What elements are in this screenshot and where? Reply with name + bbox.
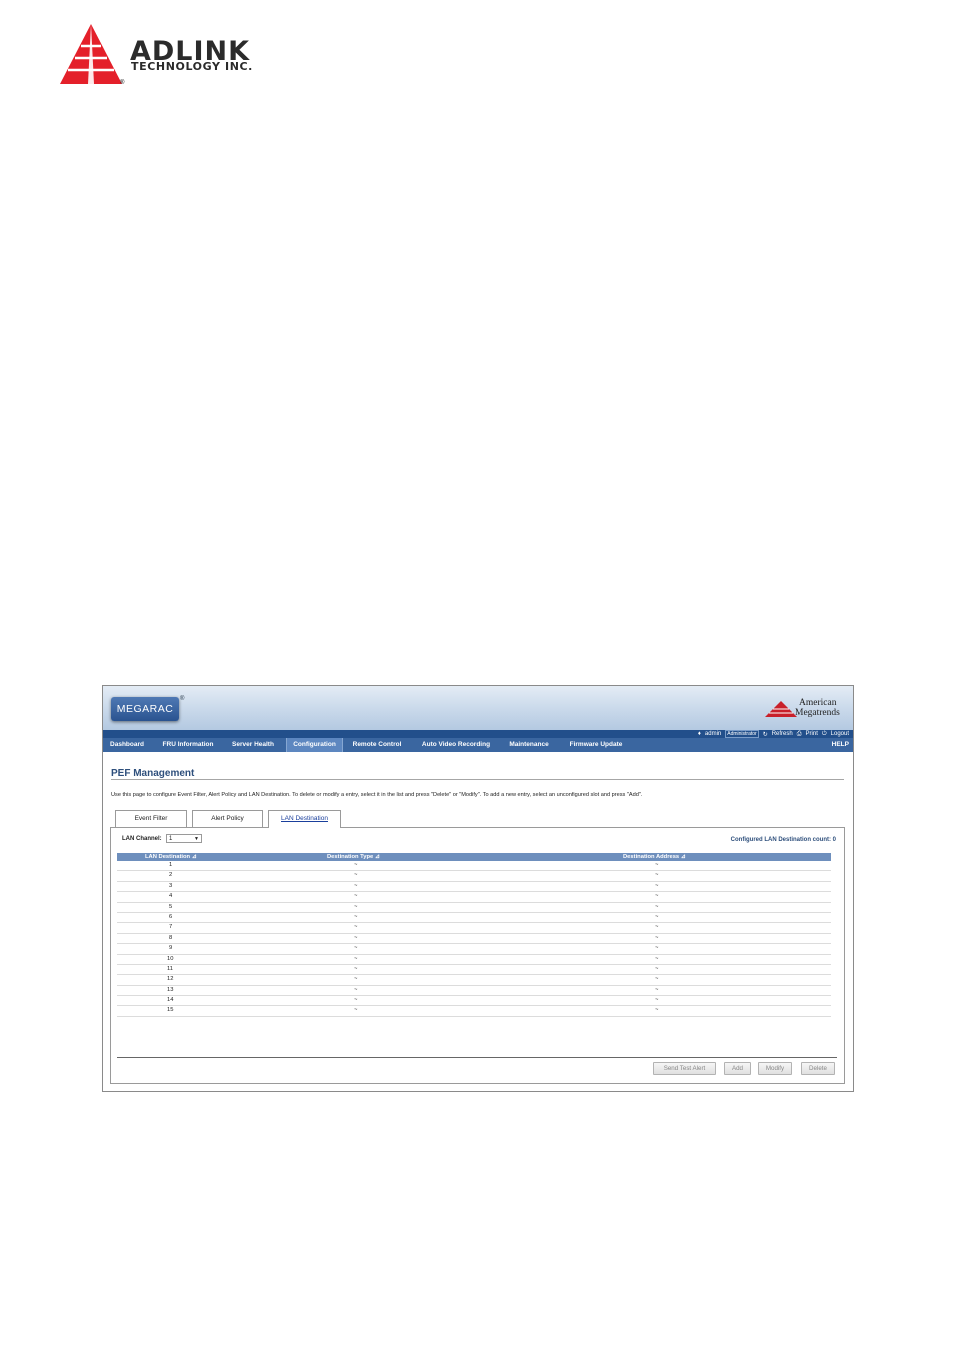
sort-icon: ⊿ <box>374 854 380 860</box>
configured-count: Configured LAN Destination count: 0 <box>730 837 836 843</box>
nav-fru-information[interactable]: FRU Information <box>155 738 221 752</box>
print-link[interactable]: Print <box>806 731 818 737</box>
nav-maintenance[interactable]: Maintenance <box>504 738 554 752</box>
megarac-logo[interactable]: MEGARAC <box>111 697 179 721</box>
nav-firmware-update[interactable]: Firmware Update <box>562 738 630 752</box>
user-role: Administrator <box>725 730 759 738</box>
tab-lan-destination[interactable]: LAN Destination <box>268 810 341 828</box>
ami-line1: American <box>799 698 837 708</box>
send-test-alert-button[interactable]: Send Test Alert <box>653 1062 716 1075</box>
header-lan-destination[interactable]: LAN Destination ⊿ <box>145 853 197 861</box>
refresh-link[interactable]: Refresh <box>772 731 793 737</box>
table-row[interactable]: 2 ~ ~ <box>117 871 831 882</box>
nav-server-health[interactable]: Server Health <box>226 738 280 752</box>
modify-button[interactable]: Modify <box>758 1062 792 1075</box>
page-description: Use this page to configure Event Filter,… <box>111 792 643 798</box>
header: MEGARAC ® American Megatrends <box>103 686 853 730</box>
adlink-logo: ADLINK TECHNOLOGY INC. ® <box>58 22 288 88</box>
ami-logo: American Megatrends <box>765 698 847 720</box>
nav-configuration[interactable]: Configuration <box>286 738 343 752</box>
table-row[interactable]: 1 ~ ~ <box>117 861 831 872</box>
logo-registered: ® <box>120 80 125 86</box>
title-divider <box>111 779 844 780</box>
main-nav: Dashboard FRU Information Server Health … <box>103 738 853 752</box>
dropdown-arrow-icon: ▼ <box>194 836 199 842</box>
tab-alert-policy[interactable]: Alert Policy <box>192 810 263 827</box>
user-bar: ♦ admin Administrator ↻ Refresh ⎙ Print … <box>103 730 853 738</box>
table-row[interactable]: 10 ~ ~ <box>117 955 831 965</box>
table-row[interactable]: 14 ~ ~ <box>117 996 831 1007</box>
ami-triangle-icon <box>765 701 797 717</box>
nav-help[interactable]: HELP <box>832 738 849 752</box>
header-destination-type[interactable]: Destination Type ⊿ <box>327 853 380 861</box>
table-row[interactable]: 3 ~ ~ <box>117 882 831 893</box>
logo-subtitle: TECHNOLOGY INC. <box>131 60 253 73</box>
refresh-icon[interactable]: ↻ <box>763 731 768 738</box>
button-divider <box>117 1057 837 1058</box>
sort-icon: ⊿ <box>191 854 197 860</box>
sort-icon: ⊿ <box>680 854 686 860</box>
nav-auto-video-recording[interactable]: Auto Video Recording <box>414 738 498 752</box>
nav-dashboard[interactable]: Dashboard <box>105 738 149 752</box>
table-row[interactable]: 8 ~ ~ <box>117 934 831 945</box>
megarac-mark: ® <box>180 696 185 702</box>
table-row[interactable]: 13 ~ ~ <box>117 986 831 997</box>
bmc-web-ui: MEGARAC ® American Megatrends ♦ admin Ad… <box>102 685 854 1092</box>
table-body: 1 ~ ~ 2 ~ ~ 3 ~ ~ 4 ~ ~ 5 ~ ~ 6 ~ ~ 7 ~ ~ 8 ~ ~ 9 ~ ~ 10 ~ ~… <box>117 861 831 1017</box>
username: admin <box>704 731 722 737</box>
lan-channel-value: 1 <box>169 836 173 842</box>
lan-channel-label: LAN Channel: <box>122 836 162 842</box>
delete-button[interactable]: Delete <box>801 1062 835 1075</box>
user-icon: ♦ <box>697 731 701 737</box>
print-icon[interactable]: ⎙ <box>797 731 802 738</box>
table-row[interactable]: 11 ~ ~ <box>117 965 831 976</box>
header-destination-address[interactable]: Destination Address ⊿ <box>623 853 686 861</box>
nav-remote-control[interactable]: Remote Control <box>347 738 407 752</box>
table-row[interactable]: 15 ~ ~ <box>117 1006 831 1017</box>
page-title: PEF Management <box>111 768 195 779</box>
table-row[interactable]: 9 ~ ~ <box>117 944 831 955</box>
tab-event-filter[interactable]: Event Filter <box>115 810 187 827</box>
table-row[interactable]: 6 ~ ~ <box>117 913 831 924</box>
ami-line2: Megatrends <box>795 708 840 718</box>
logout-icon[interactable]: ⏻ <box>822 731 827 738</box>
table-header: LAN Destination ⊿ Destination Type ⊿ Des… <box>117 853 831 861</box>
table-row[interactable]: 4 ~ ~ <box>117 892 831 903</box>
adlink-triangle-icon <box>60 24 122 84</box>
add-button[interactable]: Add <box>724 1062 751 1075</box>
table-row[interactable]: 7 ~ ~ <box>117 923 831 934</box>
logout-link[interactable]: Logout <box>831 731 849 737</box>
table-row[interactable]: 12 ~ ~ <box>117 975 831 986</box>
lan-channel-select[interactable]: 1 ▼ <box>166 834 202 843</box>
table-row[interactable]: 5 ~ ~ <box>117 903 831 913</box>
lan-destination-panel: LAN Channel: 1 ▼ Configured LAN Destinat… <box>110 827 845 1084</box>
